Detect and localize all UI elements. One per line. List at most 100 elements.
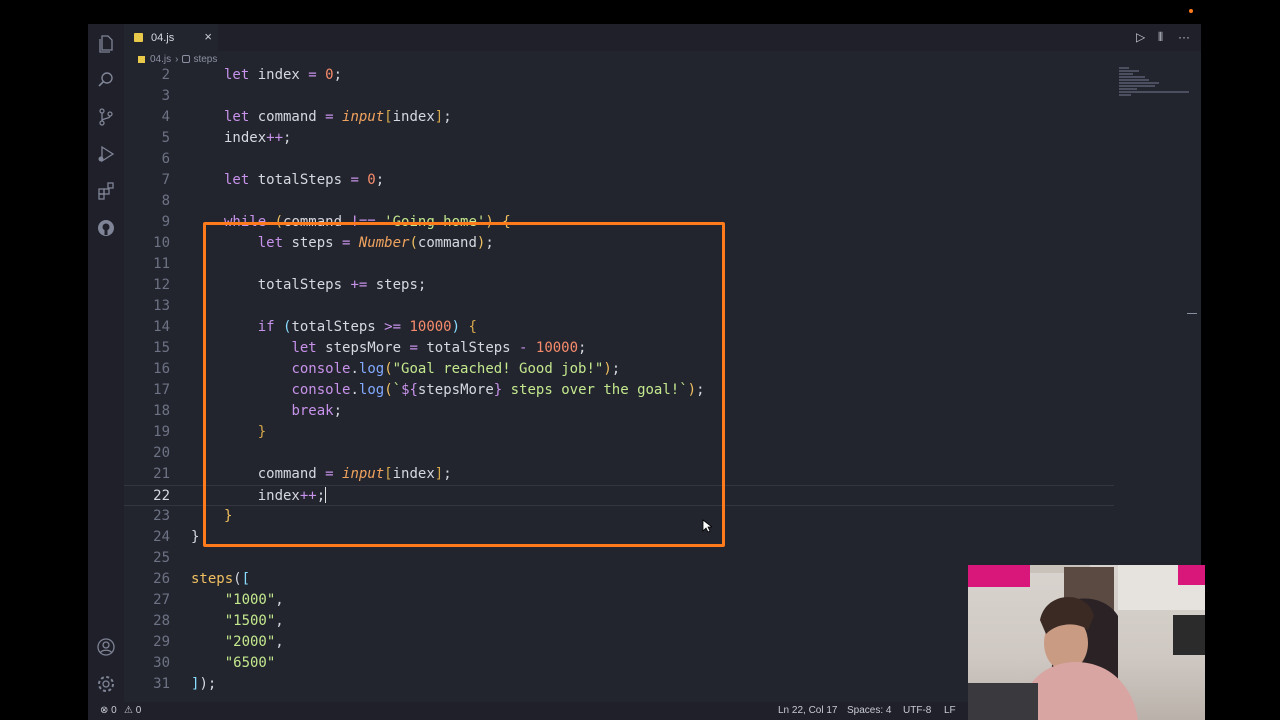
warning-count[interactable]: ⚠ 0 [124, 705, 141, 717]
code-line[interactable]: 4 let command = input[index]; [124, 107, 1114, 128]
code-token: = [350, 172, 368, 188]
code-token: index [224, 130, 267, 146]
code-token: [ [241, 571, 251, 587]
code-line[interactable]: 25 [124, 548, 1114, 569]
line-number: 27 [153, 592, 170, 608]
source-control-icon[interactable] [96, 107, 116, 127]
js-file-icon [138, 55, 145, 63]
code-line[interactable]: 27 "1000", [124, 590, 1114, 611]
line-number: 6 [161, 151, 170, 167]
line-number: 5 [161, 130, 170, 146]
breadcrumb-separator: › [175, 53, 179, 65]
code-line[interactable]: 2 let index = 0; [124, 65, 1114, 86]
code-token: ; [333, 67, 343, 83]
code-line[interactable]: 8 [124, 191, 1114, 212]
breadcrumb-file[interactable]: 04.js [150, 54, 171, 65]
code-token: ; [283, 130, 292, 146]
line-number: 30 [153, 655, 170, 671]
close-icon[interactable]: × [204, 30, 212, 44]
mouse-pointer-icon [702, 519, 712, 533]
scrollbar-marker[interactable] [1187, 313, 1197, 314]
code-text: } [191, 527, 199, 548]
extensions-icon[interactable] [96, 181, 116, 201]
github-icon[interactable] [96, 218, 116, 238]
code-token: ); [199, 676, 217, 692]
code-line[interactable]: 6 [124, 149, 1114, 170]
code-token: let [224, 172, 258, 188]
code-line[interactable]: 31]); [124, 674, 1114, 695]
account-icon[interactable] [96, 637, 116, 657]
line-number: 29 [153, 634, 170, 650]
code-token: ] [434, 109, 444, 125]
code-token: steps [191, 571, 234, 587]
search-icon[interactable] [96, 70, 116, 90]
encoding[interactable]: UTF-8 [903, 705, 931, 717]
breadcrumb-symbol[interactable]: steps [193, 54, 217, 65]
more-actions-icon[interactable]: ··· [1178, 30, 1190, 44]
code-token: [ [384, 109, 393, 125]
code-token: "1500" [224, 613, 276, 629]
code-text: let index = 0; [224, 65, 342, 86]
code-text: ]); [191, 674, 216, 695]
split-editor-icon[interactable]: ⫴ [1158, 30, 1163, 44]
code-text: "2000", [191, 632, 284, 653]
line-number: 26 [153, 571, 170, 587]
code-text: "6500" [191, 653, 276, 674]
code-line[interactable]: 5 index++; [124, 128, 1114, 149]
line-number: 13 [153, 298, 170, 314]
line-number: 25 [153, 550, 170, 566]
code-token: , [275, 634, 284, 650]
code-token: , [275, 613, 284, 629]
code-text: let totalSteps = 0; [224, 170, 384, 191]
code-line[interactable]: 28 "1500", [124, 611, 1114, 632]
code-token: ; [375, 172, 385, 188]
line-number: 24 [153, 529, 170, 545]
code-token: = [308, 67, 326, 83]
line-number: 12 [153, 277, 170, 293]
line-number: 16 [153, 361, 170, 377]
line-number: 9 [161, 214, 170, 230]
end-of-line[interactable]: LF [944, 705, 956, 717]
recording-indicator [1189, 9, 1193, 13]
code-line[interactable]: 3 [124, 86, 1114, 107]
line-number: 28 [153, 613, 170, 629]
error-count[interactable]: ⊗ 0 [100, 705, 117, 717]
run-file-icon[interactable]: ▷ [1136, 30, 1145, 44]
line-number: 22 [153, 488, 170, 504]
code-token: 0 [367, 172, 376, 188]
code-token: ++ [266, 130, 284, 146]
code-line[interactable]: 29 "2000", [124, 632, 1114, 653]
cursor-position[interactable]: Ln 22, Col 17 [778, 705, 838, 717]
line-number: 18 [153, 403, 170, 419]
settings-gear-icon[interactable] [96, 674, 116, 694]
code-line[interactable]: 30 "6500" [124, 653, 1114, 674]
line-number: 3 [161, 88, 170, 104]
editor-tab[interactable]: 04.js × [124, 24, 218, 51]
run-debug-icon[interactable] [96, 144, 116, 164]
code-token: totalSteps [257, 172, 351, 188]
line-number: 17 [153, 382, 170, 398]
line-number: 19 [153, 424, 170, 440]
minimap[interactable] [1119, 67, 1191, 127]
line-number: 15 [153, 340, 170, 356]
code-token: index [257, 67, 309, 83]
symbol-cube-icon [182, 55, 191, 63]
code-line[interactable]: 7 let totalSteps = 0; [124, 170, 1114, 191]
code-token: } [191, 529, 200, 545]
activity-bar [88, 24, 124, 702]
line-number: 10 [153, 235, 170, 251]
code-text: let command = input[index]; [224, 107, 452, 128]
code-token: ( [233, 571, 242, 587]
line-number: 31 [153, 676, 170, 692]
code-token: "1000" [224, 592, 276, 608]
line-number: 4 [161, 109, 170, 125]
line-number: 21 [153, 466, 170, 482]
indentation[interactable]: Spaces: 4 [847, 705, 891, 717]
code-line[interactable]: 26 steps([ [124, 569, 1114, 590]
code-text: steps([ [191, 569, 250, 590]
line-number: 20 [153, 445, 170, 461]
files-icon[interactable] [96, 34, 116, 54]
code-token: let [224, 109, 258, 125]
code-token: = [325, 109, 343, 125]
